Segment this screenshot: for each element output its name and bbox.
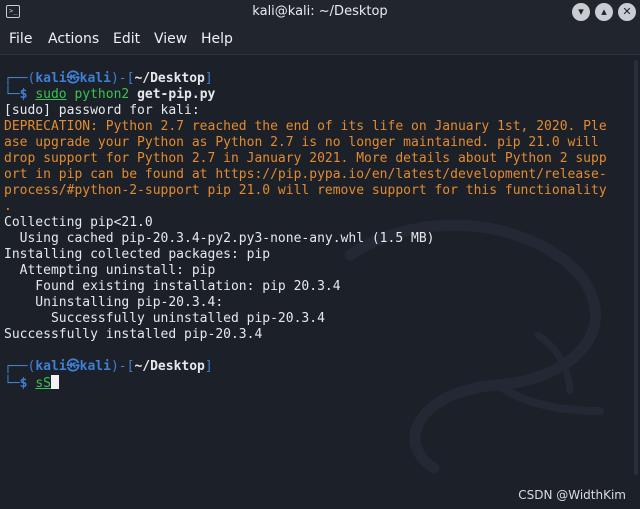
prompt-at: ㉿ xyxy=(66,359,80,374)
prompt-box-mid: )-[ xyxy=(110,359,135,374)
menu-bar: File Actions Edit View Help xyxy=(0,24,640,55)
prompt-host: kali xyxy=(79,359,111,374)
prompt-host: kali xyxy=(79,71,111,86)
window-title: kali@kali: ~/Desktop xyxy=(252,4,388,19)
output-line: Successfully installed pip-20.3.4 xyxy=(4,327,263,342)
menu-help[interactable]: Help xyxy=(201,24,233,54)
prompt-corner: └─ xyxy=(4,376,20,391)
output-line: Installing collected packages: pip xyxy=(4,247,271,262)
command-sudo: sudo xyxy=(35,87,67,102)
prompt-box-right: ] xyxy=(204,71,213,86)
close-icon[interactable]: ✕ xyxy=(618,3,636,21)
prompt-path: ~/Desktop xyxy=(134,359,205,374)
command-line-2[interactable]: └─$ sS xyxy=(4,375,59,391)
current-command-input[interactable]: sS xyxy=(35,376,51,391)
prompt-at: ㉿ xyxy=(66,71,80,86)
command-script: get-pip.py xyxy=(137,87,216,102)
deprecation-line: . xyxy=(4,199,12,214)
output-line: Collecting pip<21.0 xyxy=(4,215,153,230)
menu-view[interactable]: View xyxy=(154,24,187,54)
scrollbar[interactable] xyxy=(634,60,638,475)
menu-actions[interactable]: Actions xyxy=(48,24,99,54)
prompt-box-right: ] xyxy=(204,359,213,374)
watermark: CSDN @WidthKim xyxy=(518,488,626,502)
deprecation-line: ort in pip can be found at https://pip.p… xyxy=(4,167,607,182)
command-line-1: └─$ sudo python2 get-pip.py xyxy=(4,87,215,103)
prompt-box-mid: )-[ xyxy=(110,71,135,86)
prompt-box-left: ┌──( xyxy=(4,71,36,86)
deprecation-line: process/#python-2-support pip 21.0 will … xyxy=(4,183,607,198)
menu-file[interactable]: File xyxy=(9,24,32,54)
command-python2: python2 xyxy=(66,87,138,102)
output-line: Attempting uninstall: pip xyxy=(4,263,216,278)
output-line: Using cached pip-20.3.4-py2.py3-none-any… xyxy=(4,231,435,246)
prompt-line-2: ┌──(kali㉿kali)-[~/Desktop] xyxy=(4,359,213,375)
minimize-icon[interactable]: ▾ xyxy=(572,3,590,21)
deprecation-line: drop support for Python 2.7 in January 2… xyxy=(4,151,607,166)
output-line: Uninstalling pip-20.3.4: xyxy=(4,295,224,310)
prompt-user: kali xyxy=(35,359,67,374)
text-cursor xyxy=(50,375,59,389)
prompt-path: ~/Desktop xyxy=(134,71,205,86)
kali-dragon-logo-icon xyxy=(344,219,604,474)
terminal-window: >_ kali@kali: ~/Desktop ▾ ▴ ✕ File Actio… xyxy=(0,0,640,509)
output-line: Found existing installation: pip 20.3.4 xyxy=(4,279,341,294)
terminal-output[interactable]: ┌──(kali㉿kali)-[~/Desktop] └─$ sudo pyth… xyxy=(0,55,640,509)
prompt-box-left: ┌──( xyxy=(4,359,36,374)
prompt-user: kali xyxy=(35,71,67,86)
prompt-dollar: $ xyxy=(19,87,28,102)
prompt-corner: └─ xyxy=(4,87,20,102)
menu-edit[interactable]: Edit xyxy=(113,24,140,54)
sudo-password-line: [sudo] password for kali: xyxy=(4,103,200,118)
output-line: Successfully uninstalled pip-20.3.4 xyxy=(4,311,325,326)
deprecation-line: ase upgrade your Python as Python 2.7 is… xyxy=(4,135,599,150)
deprecation-line: DEPRECATION: Python 2.7 reached the end … xyxy=(4,119,607,134)
title-bar[interactable]: >_ kali@kali: ~/Desktop ▾ ▴ ✕ xyxy=(0,0,640,24)
prompt-dollar: $ xyxy=(19,376,28,391)
maximize-icon[interactable]: ▴ xyxy=(595,3,613,21)
prompt-line-1: ┌──(kali㉿kali)-[~/Desktop] xyxy=(4,71,213,87)
